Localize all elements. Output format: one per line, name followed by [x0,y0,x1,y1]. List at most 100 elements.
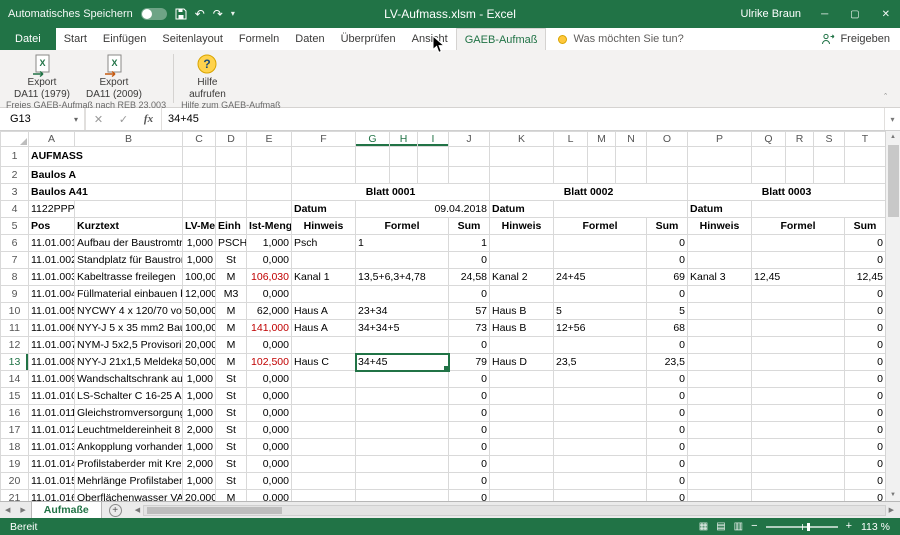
cell-sum[interactable]: 0 [647,286,688,303]
cell[interactable]: Kurztext [75,218,183,235]
cell-formel[interactable] [554,405,647,422]
cell-formel[interactable] [554,252,647,269]
cell-sum[interactable]: 23,5 [647,354,688,371]
cell[interactable] [490,147,554,167]
cell[interactable] [752,167,786,184]
cell-kurztext[interactable]: NYM-J 5x2,5 Provisorium [75,337,183,354]
cell[interactable] [183,167,216,184]
cell-kurztext[interactable]: Aufbau der Baustromtrafosta [75,235,183,252]
cell-sum[interactable]: 0 [647,235,688,252]
cell-formel[interactable] [752,456,845,473]
cell-sum[interactable]: 68 [647,320,688,337]
column-header-D[interactable]: D [216,132,247,147]
cell-kurztext[interactable]: NYY-J 21x1,5 Meldekabel [75,354,183,371]
cancel-icon[interactable]: ✕ [94,113,103,126]
cell-pos[interactable]: 11.01.0150 [29,473,75,490]
cell-sum[interactable]: 57 [449,303,490,320]
cell-sum[interactable]: 0 [845,439,886,456]
save-icon[interactable] [175,8,187,20]
cell-hinweis[interactable]: Haus D [490,354,554,371]
cell-sum[interactable]: 0 [647,252,688,269]
cell[interactable] [247,201,292,218]
cell-formel[interactable] [752,422,845,439]
cell-hinweis[interactable]: Kanal 3 [688,269,752,286]
cell-sum[interactable]: 0 [647,422,688,439]
row-header-20[interactable]: 20 [1,473,29,490]
cell-sum[interactable]: 0 [845,405,886,422]
cell-hinweis[interactable] [292,422,356,439]
cell-ist-menge[interactable]: 0,000 [247,405,292,422]
cell-formel[interactable] [554,490,647,502]
column-header-O[interactable]: O [647,132,688,147]
cell-hinweis[interactable] [490,439,554,456]
cell-hinweis[interactable] [688,286,752,303]
cell-sum[interactable]: 0 [845,354,886,371]
row-header-6[interactable]: 6 [1,235,29,252]
cell-ist-menge[interactable]: 0,000 [247,388,292,405]
row-header-14[interactable]: 14 [1,371,29,388]
cell[interactable]: AUFMASS [29,147,183,167]
cell[interactable] [845,167,886,184]
cell-formel[interactable] [356,439,449,456]
share-button[interactable]: Freigeben [821,28,890,50]
cell[interactable]: 1122PPPP [29,201,75,218]
cell-hinweis[interactable] [688,371,752,388]
cell[interactable] [390,167,418,184]
cell[interactable] [814,167,845,184]
ribbon-tab-seitenlayout[interactable]: Seitenlayout [154,28,231,50]
horizontal-scroll-thumb[interactable] [147,507,282,514]
cell-lv-menge[interactable]: 2,000 [183,456,216,473]
cell-kurztext[interactable]: NYCWY 4 x 120/70 vorh. Sch [75,303,183,320]
cell-sum[interactable]: 0 [449,439,490,456]
cell-sum[interactable]: 0 [845,456,886,473]
cell-einheit[interactable]: M3 [216,286,247,303]
column-header-P[interactable]: P [688,132,752,147]
page-break-view-icon[interactable]: ▥ [734,521,743,532]
row-header-21[interactable]: 21 [1,490,29,502]
cell-lv-menge[interactable]: 20,000 [183,490,216,502]
cell-formel[interactable] [752,337,845,354]
zoom-slider[interactable] [766,526,838,528]
cell-hinweis[interactable] [292,371,356,388]
cell[interactable]: Sum [647,218,688,235]
cell-einheit[interactable]: St [216,439,247,456]
cell-sum[interactable]: 5 [647,303,688,320]
formula-bar-expand-icon[interactable]: ▾ [884,108,900,130]
cell[interactable] [216,167,247,184]
collapse-ribbon-icon[interactable]: ＾ [881,92,890,105]
cell-sum[interactable]: 73 [449,320,490,337]
cell-formel[interactable]: 5 [554,303,647,320]
cell-sum[interactable]: 0 [449,286,490,303]
cell-einheit[interactable]: St [216,422,247,439]
zoom-in-icon[interactable]: + [846,521,852,532]
cell-lv-menge[interactable]: 1,000 [183,371,216,388]
ribbon-tab-start[interactable]: Start [56,28,95,50]
cell-formel[interactable] [356,473,449,490]
cell-hinweis[interactable]: Haus B [490,320,554,337]
column-header-A[interactable]: A [29,132,75,147]
cell[interactable] [247,167,292,184]
cell-ist-menge[interactable]: 0,000 [247,422,292,439]
qat-customize-icon[interactable]: ▾ [231,10,235,18]
cell-sum[interactable]: 0 [449,473,490,490]
cell-hinweis[interactable] [490,235,554,252]
cell[interactable] [752,147,786,167]
cell-kurztext[interactable]: Wandschaltschrank aus Stah [75,371,183,388]
cell-sum[interactable]: 24,58 [449,269,490,286]
cell-formel[interactable]: 23,5 [554,354,647,371]
cell-hinweis[interactable] [688,473,752,490]
cell-formel[interactable] [554,473,647,490]
cell-einheit[interactable]: St [216,405,247,422]
cell[interactable] [786,167,814,184]
cell-lv-menge[interactable]: 1,000 [183,235,216,252]
cell-lv-menge[interactable]: 50,000 [183,354,216,371]
select-all-button[interactable] [1,132,29,147]
cell-sum[interactable]: 79 [449,354,490,371]
cell-lv-menge[interactable]: 100,000 [183,320,216,337]
cell-sum[interactable]: 0 [845,337,886,354]
cell-formel[interactable] [554,422,647,439]
cell-pos[interactable]: 11.01.0090 [29,371,75,388]
scroll-right-icon[interactable]: ▶ [886,506,897,514]
cell-hinweis[interactable] [688,252,752,269]
cell-formel[interactable] [356,337,449,354]
